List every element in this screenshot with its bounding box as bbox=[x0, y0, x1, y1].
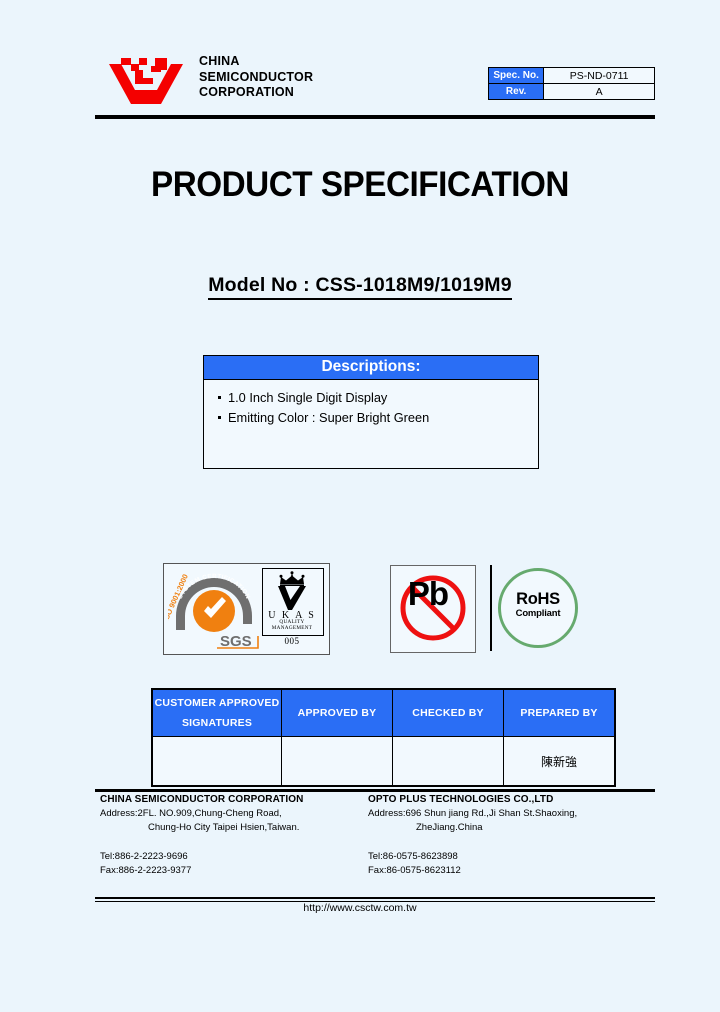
description-item: 1.0 Inch Single Digit Display bbox=[216, 388, 538, 408]
descriptions-box: Descriptions: 1.0 Inch Single Digit Disp… bbox=[203, 355, 539, 469]
footer-address-line2: Chung-Ho City Taipei Hsien,Taiwan. bbox=[148, 822, 300, 833]
table-row: 陳新強 bbox=[151, 736, 616, 787]
descriptions-list: 1.0 Inch Single Digit Display Emitting C… bbox=[204, 380, 538, 468]
footer-address-line1: Address:696 Shun jiang Rd.,Ji Shan St.Sh… bbox=[368, 808, 578, 819]
rev-value: A bbox=[543, 83, 655, 100]
table-header-row: CUSTOMER APPROVED SIGNATURES APPROVED BY… bbox=[151, 688, 616, 737]
page-title: PRODUCT SPECIFICATION bbox=[151, 165, 569, 204]
footer-spacer bbox=[100, 835, 370, 850]
cell-prepared-by[interactable]: 陳新強 bbox=[503, 736, 616, 787]
description-item: Emitting Color : Super Bright Green bbox=[216, 408, 538, 428]
document-page: CHINA SEMICONDUCTOR CORPORATION Spec. No… bbox=[0, 0, 720, 1012]
footer-tel: Tel:86-0575-8623898 bbox=[368, 851, 458, 862]
descriptions-heading: Descriptions: bbox=[204, 356, 538, 380]
footer-company-name: CHINA SEMICONDUCTOR CORPORATION bbox=[100, 794, 304, 805]
model-number: Model No : CSS-1018M9/1019M9 bbox=[0, 274, 720, 300]
signature-table: CUSTOMER APPROVED SIGNATURES APPROVED BY… bbox=[151, 688, 616, 787]
ukas-subtitle: QUALITY MANAGEMENT bbox=[262, 619, 322, 631]
rohs-compliant-label: Compliant bbox=[515, 608, 561, 619]
ukas-subtitle-line2: MANAGEMENT bbox=[271, 624, 313, 631]
rev-label: Rev. bbox=[487, 83, 545, 100]
document-header: CHINA SEMICONDUCTOR CORPORATION Spec. No… bbox=[95, 44, 655, 106]
rev-row: Rev. A bbox=[487, 83, 655, 100]
footer-company-name: OPTO PLUS TECHNOLOGIES CO.,LTD bbox=[368, 794, 554, 805]
website-url[interactable]: http://www.csctw.com.tw bbox=[0, 902, 720, 914]
company-name: CHINA SEMICONDUCTOR CORPORATION bbox=[199, 54, 314, 99]
customer-approved-line2: SIGNATURES bbox=[181, 717, 253, 729]
footer-divider bbox=[95, 789, 655, 792]
logo-divider bbox=[490, 565, 492, 651]
cell-customer-signature[interactable] bbox=[151, 736, 282, 787]
header-divider bbox=[95, 115, 655, 119]
footer-address-line1: Address:2FL. NO.909,Chung-Cheng Road, bbox=[100, 808, 282, 819]
checkmark-icon bbox=[278, 586, 306, 610]
footer-company-left: CHINA SEMICONDUCTOR CORPORATION Address:… bbox=[100, 793, 370, 878]
customer-approved-line1: CUSTOMER APPROVED bbox=[154, 697, 280, 709]
footer-company-right: OPTO PLUS TECHNOLOGIES CO.,LTD Address:6… bbox=[368, 793, 643, 878]
footer-fax: Fax:886-2-2223-9377 bbox=[100, 865, 192, 876]
cell-approved-by[interactable] bbox=[281, 736, 393, 787]
column-header-approved-by: APPROVED BY bbox=[281, 688, 393, 737]
pb-label: Pb bbox=[407, 575, 449, 612]
column-header-prepared-by: PREPARED BY bbox=[503, 688, 616, 737]
spec-no-value: PS-ND-0711 bbox=[543, 67, 655, 84]
spec-number-table: Spec. No. PS-ND-0711 Rev. A bbox=[487, 67, 655, 100]
ukas-certification-logo: U K A S QUALITY MANAGEMENT 005 bbox=[262, 568, 324, 650]
sgs-certification-logo: SYSTEM CERTIFICATION ISO 9001:2000 SGS U… bbox=[161, 563, 330, 655]
lead-free-logo: Pb bbox=[390, 565, 476, 653]
footer-fax: Fax:86-0575-8623112 bbox=[368, 865, 461, 876]
certification-logos: SYSTEM CERTIFICATION ISO 9001:2000 SGS U… bbox=[160, 560, 580, 658]
spec-no-row: Spec. No. PS-ND-0711 bbox=[487, 67, 655, 84]
crown-icon bbox=[276, 571, 308, 587]
cell-checked-by[interactable] bbox=[392, 736, 504, 787]
column-header-customer-approved: CUSTOMER APPROVED SIGNATURES bbox=[151, 688, 282, 737]
csc-logo-icon bbox=[105, 48, 187, 106]
column-header-checked-by: CHECKED BY bbox=[392, 688, 504, 737]
sgs-mark-icon: SYSTEM CERTIFICATION ISO 9001:2000 SGS bbox=[161, 566, 260, 652]
ukas-number: 005 bbox=[284, 636, 300, 646]
footer-address-line2: ZheJiang.China bbox=[416, 822, 483, 833]
model-number-text: Model No : CSS-1018M9/1019M9 bbox=[208, 274, 512, 300]
spec-no-label: Spec. No. bbox=[487, 67, 545, 84]
footer-spacer bbox=[368, 835, 643, 850]
footer-tel: Tel:886-2-2223-9696 bbox=[100, 851, 188, 862]
rohs-logo: RoHS Compliant bbox=[498, 568, 578, 648]
rohs-label: RoHS bbox=[516, 590, 560, 608]
